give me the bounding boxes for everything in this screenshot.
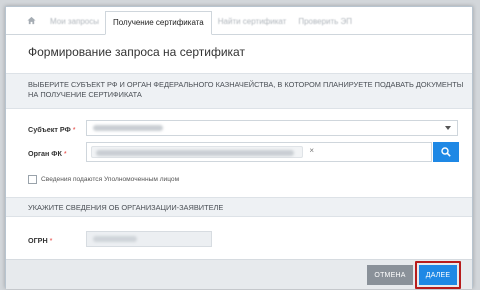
subject-label-text: Субъект РФ: [28, 125, 71, 134]
organ-label-text: Орган ФК: [28, 149, 62, 158]
tab-find-certificate[interactable]: Найти сертификат: [212, 12, 293, 34]
tab-get-certificate[interactable]: Получение сертификата: [105, 11, 212, 35]
subject-selected-value: [93, 125, 163, 131]
ogrn-placeholder: [93, 236, 137, 242]
ogrn-input[interactable]: [86, 231, 212, 247]
organization-section-heading: УКАЖИТЕ СВЕДЕНИЯ ОБ ОРГАНИЗАЦИИ-ЗАЯВИТЕЛ…: [6, 197, 472, 217]
authorized-person-checkbox[interactable]: [28, 175, 37, 184]
cancel-button[interactable]: ОТМЕНА: [367, 265, 413, 285]
organ-select[interactable]: ×: [86, 142, 432, 162]
next-button[interactable]: ДАЛЕЕ: [419, 265, 457, 285]
home-icon: [26, 16, 36, 24]
section-heading-region: ВЫБЕРИТЕ СУБЪЕКТ РФ И ОРГАН ФЕДЕРАЛЬНОГО…: [6, 73, 472, 109]
form-footer: ОТМЕНА ДАЛЕЕ: [6, 259, 472, 289]
required-mark: *: [49, 236, 53, 245]
request-form-panel: Мои запросы Получение сертификата Найти …: [5, 6, 473, 289]
organ-search-button[interactable]: [433, 142, 459, 162]
organ-selected-chip: ×: [91, 146, 314, 158]
authorized-person-label: Сведения подаются Уполномоченным лицом: [41, 176, 180, 183]
organ-label: Орган ФК *: [28, 149, 67, 158]
required-mark: *: [72, 125, 76, 134]
organ-selected-value: [96, 150, 294, 156]
required-mark: *: [63, 149, 67, 158]
authorized-person-row: Сведения подаются Уполномоченным лицом: [28, 175, 179, 184]
tab-bar: Мои запросы Получение сертификата Найти …: [6, 7, 472, 35]
subject-label: Субъект РФ *: [28, 125, 76, 134]
chevron-down-icon: [445, 126, 451, 130]
close-icon[interactable]: ×: [309, 146, 314, 155]
ogrn-label-text: ОГРН: [28, 236, 48, 245]
tab-my-requests[interactable]: Мои запросы: [44, 12, 105, 34]
ogrn-label: ОГРН *: [28, 236, 52, 245]
tab-home[interactable]: [18, 8, 44, 32]
tab-verify-signature[interactable]: Проверить ЭП: [292, 12, 358, 34]
subject-select[interactable]: [86, 120, 458, 136]
page-title: Формирование запроса на сертификат: [28, 45, 245, 59]
search-icon: [441, 147, 451, 157]
